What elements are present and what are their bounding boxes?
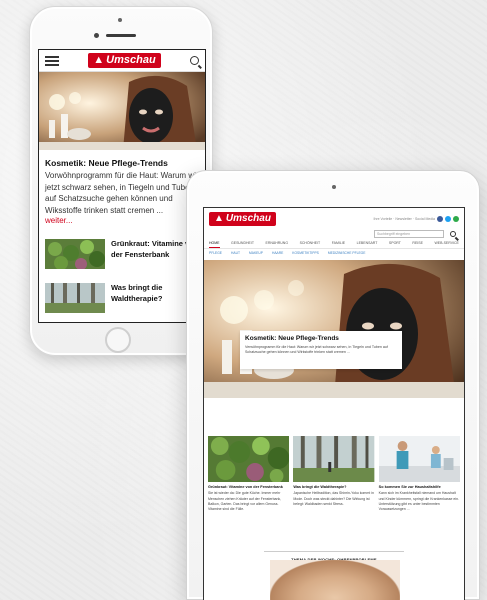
nav-item[interactable]: SCHÖNHEIT: [300, 241, 321, 248]
list-item[interactable]: Was bringt die Waldtherapie?: [45, 283, 199, 314]
teaser-title[interactable]: Was bringt die Waldtherapie?: [293, 485, 374, 490]
earpiece-speaker: [106, 34, 136, 37]
article-teaser: Vorwöhnprogramm für die Haut: Warum wir …: [45, 171, 199, 215]
site-logo[interactable]: ▲ Umschau: [209, 212, 276, 226]
divider: [264, 551, 404, 552]
search-bar: Suchbegriff eingeben: [204, 226, 464, 238]
facebook-icon[interactable]: [437, 216, 443, 222]
list-item-thumbnail[interactable]: [45, 283, 105, 314]
tablet-header: ▲ Umschau Ihre Vorteile · Newsletter · So…: [204, 208, 464, 226]
teaser-text: Japanische Heiltradition, das Shinrin-Yo…: [293, 491, 374, 506]
front-camera: [332, 185, 336, 189]
hero-image[interactable]: [39, 72, 205, 150]
list-item-thumbnail[interactable]: [45, 239, 105, 271]
hero-title[interactable]: Kosmetik: Neue Pflege-Trends: [245, 335, 397, 342]
teaser-image[interactable]: [293, 436, 375, 482]
top-links[interactable]: Ihre Vorteile · Newsletter · Social Medi…: [374, 216, 459, 222]
teaser-card[interactable]: Grünkraut: Vitamine von der Fensterbank …: [208, 436, 290, 512]
phone-header: ▲ Umschau: [39, 50, 205, 72]
teaser-image[interactable]: [378, 436, 460, 482]
nav-item[interactable]: SPORT: [389, 241, 401, 248]
hero-text: Verwöhnprogramm für die Haut: Warum wir …: [245, 345, 388, 355]
site-logo[interactable]: ▲ Umschau: [88, 53, 161, 68]
teaser-text: Sie ist wieder da: Die gute Küche. Immer…: [208, 491, 282, 512]
share-icon[interactable]: [453, 216, 459, 222]
search-icon[interactable]: [189, 56, 199, 65]
nav-item[interactable]: REISE: [412, 241, 423, 248]
front-camera: [118, 18, 122, 22]
theme-image[interactable]: [270, 560, 400, 600]
subnav-item[interactable]: MEDIZINISCHE PFLEGE: [328, 251, 366, 255]
subnav-item[interactable]: MAKEUP: [249, 251, 263, 255]
menu-icon[interactable]: [45, 55, 59, 66]
tablet-device: ▲ Umschau Ihre Vorteile · Newsletter · So…: [186, 170, 480, 600]
list-item[interactable]: Grünkraut: Vitamine von der Fensterbank: [45, 239, 199, 271]
hero-image[interactable]: [204, 260, 464, 398]
main-nav: HOME GESUNDHEIT ERNÄHRUNG SCHÖNHEIT FAMI…: [204, 238, 464, 249]
tablet-screen: ▲ Umschau Ihre Vorteile · Newsletter · So…: [203, 207, 465, 600]
search-input[interactable]: Suchbegriff eingeben: [374, 230, 444, 238]
teaser-title[interactable]: Grünkraut: Vitamine von der Fensterbank: [208, 485, 289, 490]
teaser-text: Kann sich im Krankheitsfall niemand um H…: [378, 491, 460, 512]
nav-item-home[interactable]: HOME: [209, 241, 220, 248]
teaser-image[interactable]: [208, 436, 290, 483]
home-button[interactable]: [105, 327, 131, 353]
twitter-icon[interactable]: [445, 216, 451, 222]
sub-nav: PFLEGE HAUT MAKEUP HAARE KOSMETIKTIPPS M…: [204, 249, 464, 258]
nav-item[interactable]: LEBENSART: [357, 241, 378, 248]
top-links-text[interactable]: Ihre Vorteile · Newsletter · Social Medi…: [374, 217, 435, 221]
article-title[interactable]: Kosmetik: Neue Pflege-Trends: [45, 158, 199, 168]
teaser-card[interactable]: So kommen Sie zur Haushaltshilfe Kann si…: [378, 436, 460, 512]
search-icon[interactable]: [450, 231, 456, 237]
teaser-grid: Grünkraut: Vitamine von der Fensterbank …: [208, 436, 460, 512]
nav-item[interactable]: WEB-SERVICE: [434, 241, 458, 248]
subnav-item[interactable]: PFLEGE: [209, 251, 222, 255]
nav-item[interactable]: ERNÄHRUNG: [265, 241, 288, 248]
nav-item[interactable]: GESUNDHEIT: [231, 241, 254, 248]
teaser-card[interactable]: Was bringt die Waldtherapie? Japanische …: [293, 436, 375, 512]
subnav-item[interactable]: KOSMETIKTIPPS: [292, 251, 319, 255]
subnav-item[interactable]: HAARE: [272, 251, 283, 255]
hero-caption[interactable]: Kosmetik: Neue Pflege-Trends Verwöhnprog…: [240, 331, 402, 369]
teaser-title[interactable]: So kommen Sie zur Haushaltshilfe: [379, 485, 460, 490]
proximity-sensor: [94, 33, 99, 38]
subnav-item[interactable]: HAUT: [231, 251, 240, 255]
read-more-link[interactable]: weiter...: [45, 216, 199, 225]
phone-screen: ▲ Umschau Kosmetik: Neue Pflege-Trends V…: [38, 49, 206, 323]
nav-item[interactable]: FAMILIE: [332, 241, 345, 248]
